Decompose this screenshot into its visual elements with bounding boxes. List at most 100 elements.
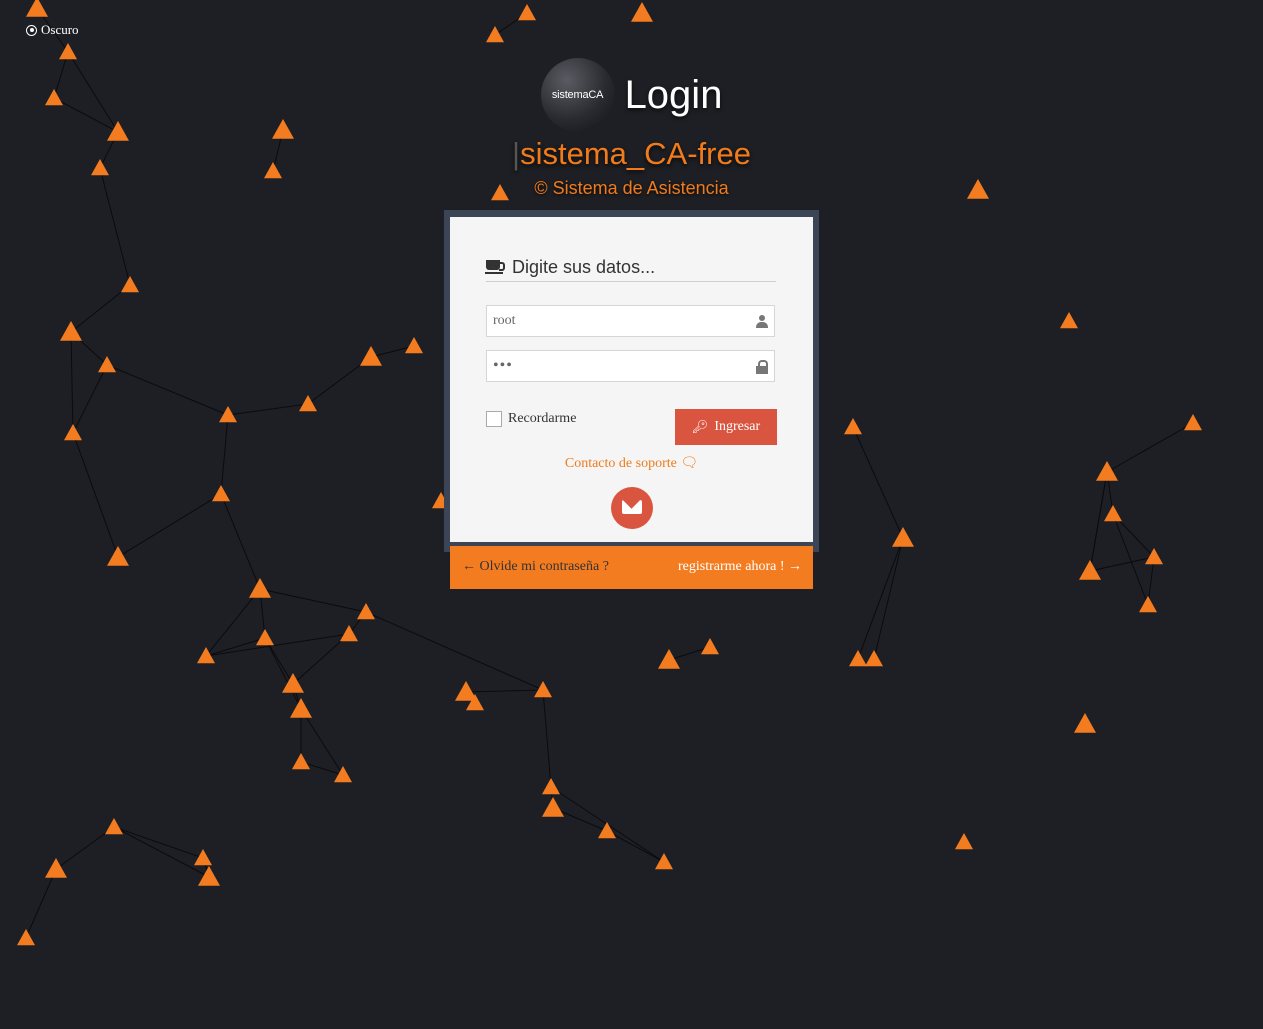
particle-triangle (198, 866, 220, 886)
password-input[interactable] (487, 351, 743, 381)
text-cursor: | (512, 136, 521, 171)
particle-link (552, 807, 608, 832)
particle-link (106, 364, 229, 416)
theme-toggle[interactable]: Oscuro (26, 22, 79, 38)
particle-triangle (1104, 505, 1122, 522)
particle-link (1089, 471, 1108, 572)
arrow-left-icon: ← (462, 559, 476, 574)
particle-triangle (121, 276, 139, 293)
particle-link (1089, 556, 1155, 572)
particle-link (113, 826, 210, 878)
register-link[interactable]: registrarme ahora ! → (678, 559, 802, 575)
particle-triangle (60, 321, 82, 341)
coffee-cup-icon (485, 260, 505, 274)
password-field[interactable] (486, 350, 775, 382)
particle-triangle (299, 395, 317, 412)
username-input[interactable] (487, 306, 743, 336)
particle-link (117, 493, 222, 558)
particle-link (72, 364, 108, 434)
particle-link (205, 588, 261, 657)
particle-link (259, 588, 367, 613)
form-heading: Digite sus datos... (485, 253, 776, 282)
particle-triangle (1139, 596, 1157, 613)
particle-triangle (212, 485, 230, 502)
particle-triangle (290, 698, 312, 718)
card-footer: ← Olvide mi contraseña ? registrarme aho… (450, 546, 813, 589)
support-link-label: Contacto de soporte (564, 456, 677, 471)
particle-triangle (360, 346, 382, 366)
particle-link (365, 611, 544, 691)
particle-triangle (405, 337, 423, 354)
particle-triangle (59, 43, 77, 60)
username-field[interactable] (486, 305, 775, 337)
particle-triangle (518, 4, 536, 21)
particle-triangle (1060, 312, 1078, 329)
particle-triangle (282, 673, 304, 693)
forgot-password-label: Olvide mi contraseña ? (479, 559, 609, 574)
particle-triangle (249, 578, 271, 598)
particle-triangle (658, 649, 680, 669)
particle-triangle (955, 833, 973, 850)
particle-link (55, 826, 115, 870)
title-row: sistemaCA Login (0, 58, 1263, 132)
particle-triangle (631, 2, 653, 22)
particle-link (205, 637, 266, 657)
particle-link (852, 426, 904, 539)
login-card: Digite sus datos... Recordarme 🔑︎ Ingres… (450, 217, 813, 542)
logo-text: sistemaCA (551, 89, 604, 101)
comments-icon: 🗨︎ (680, 456, 699, 471)
particle-triangle (1096, 461, 1118, 481)
particle-link (70, 331, 74, 434)
particle-link (606, 830, 665, 863)
particle-triangle (64, 424, 82, 441)
header: sistemaCA Login |sistema_CA-free © Siste… (0, 58, 1263, 199)
register-label: registrarme ahora ! (678, 559, 785, 574)
mail-button[interactable] (611, 487, 653, 529)
particle-link (1106, 422, 1194, 473)
particle-triangle (534, 681, 552, 698)
particle-triangle (892, 527, 914, 547)
particle-triangle (256, 629, 274, 646)
login-button-label: Ingresar (714, 419, 761, 434)
particle-link (873, 537, 904, 660)
form-heading-text: Digite sus datos... (512, 256, 656, 277)
copyright: © Sistema de Asistencia (534, 178, 729, 198)
particle-triangle (292, 753, 310, 770)
particle-triangle (26, 0, 48, 17)
particle-link (220, 493, 261, 590)
user-icon (756, 315, 768, 329)
particle-triangle (701, 638, 719, 655)
theme-toggle-label: Oscuro (41, 22, 79, 37)
logo: sistemaCA (540, 58, 615, 132)
support-link[interactable]: Contacto de soporte 🗨︎ (450, 455, 813, 472)
particle-triangle (542, 797, 564, 817)
key-icon: 🔑︎ (691, 419, 709, 434)
particle-triangle (98, 356, 116, 373)
particle-link (113, 826, 204, 859)
particle-triangle (1079, 560, 1101, 580)
particle-triangle (655, 853, 673, 870)
lock-icon (756, 360, 768, 374)
remember-me[interactable]: Recordarme (486, 411, 576, 427)
particle-link (465, 689, 544, 693)
remember-label: Recordarme (508, 411, 577, 426)
particle-triangle (542, 778, 560, 795)
particle-link (542, 689, 552, 788)
forgot-password-link[interactable]: ← Olvide mi contraseña ? (462, 559, 609, 575)
particle-triangle (598, 822, 616, 839)
particle-link (220, 414, 229, 495)
app-name-text: sistema_CA-free (520, 136, 751, 171)
remember-checkbox[interactable] (486, 411, 502, 427)
dot-circle-icon (26, 24, 37, 36)
particle-triangle (849, 650, 867, 667)
login-button[interactable]: 🔑︎ Ingresar (675, 409, 777, 445)
particle-link (72, 432, 119, 558)
particle-link (227, 403, 309, 416)
particle-triangle (105, 818, 123, 835)
app-name: |sistema_CA-free (0, 136, 1263, 172)
particle-link (857, 537, 904, 660)
particle-triangle (340, 625, 358, 642)
particle-link (264, 637, 302, 710)
particle-link (25, 868, 57, 939)
particle-triangle (1184, 414, 1202, 431)
